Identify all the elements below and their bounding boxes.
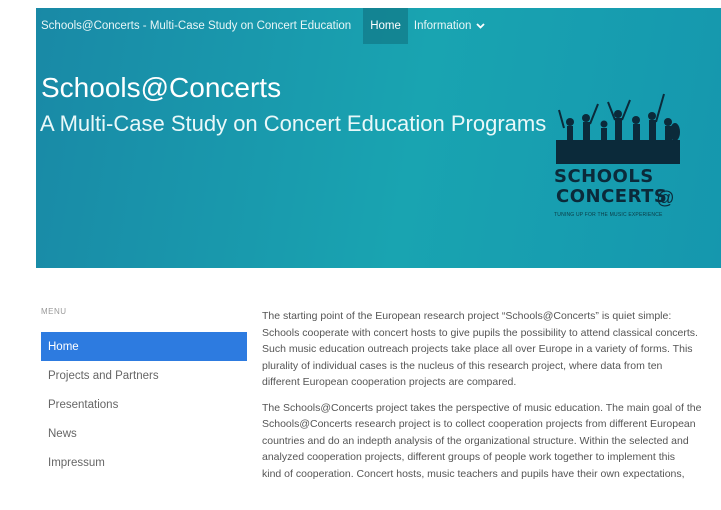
logo-at-sign: @	[656, 188, 675, 208]
project-goal-paragraph: The Schools@Concerts project takes the p…	[262, 400, 714, 483]
sidebar-item-impressum[interactable]: Impressum	[41, 448, 247, 477]
nav-home-link[interactable]: Home	[363, 8, 408, 44]
page-title: Schools@Concerts	[41, 72, 282, 103]
top-navbar: Schools@Concerts - Multi-Case Study on C…	[36, 8, 721, 44]
logo-text-schools: SCHOOLS	[554, 166, 654, 187]
text-line: analyzed cooperation projects, different…	[262, 451, 676, 463]
text-line: The Schools@Concerts project takes the p…	[262, 401, 702, 414]
nav-information-dropdown[interactable]: Information	[414, 20, 486, 32]
text-line: kind of cooperation. Concert hosts, musi…	[262, 467, 685, 480]
text-line: plurality of individual cases is the nuc…	[262, 359, 663, 372]
nav-information-label: Information	[413, 20, 472, 32]
sidebar-item-projects-and-partners[interactable]: Projects and Partners	[41, 361, 247, 390]
logo-tagline: TUNING UP FOR THE MUSIC EXPERIENCE	[554, 212, 663, 218]
hero-banner: Schools@Concerts A Multi-Case Study on C…	[36, 8, 721, 268]
schools-concerts-logo: SCHOOLS CONCERTS @ TUNING UP FOR THE MUS…	[552, 88, 692, 238]
text-line: Schools@Concerts research project is to …	[262, 418, 696, 430]
text-line: Schools cooperate with concert hosts to …	[262, 326, 698, 339]
orchestra-silhouette-icon	[556, 93, 680, 164]
logo-text-concerts: CONCERTS	[556, 186, 668, 207]
chevron-down-icon	[476, 23, 486, 29]
sidebar-item-news[interactable]: News	[41, 419, 247, 448]
menu-label: MENU	[41, 307, 67, 316]
sidebar-item-presentations[interactable]: Presentations	[41, 390, 247, 419]
text-line: different European cooperation projects …	[262, 376, 517, 388]
intro-paragraph: The starting point of the European resea…	[262, 308, 714, 391]
text-line: Such music education outreach projects t…	[262, 343, 693, 355]
sidebar-item-home[interactable]: Home	[41, 332, 247, 361]
site-name-link[interactable]: Schools@Concerts - Multi-Case Study on C…	[41, 20, 351, 32]
text-line: The starting point of the European resea…	[262, 310, 672, 322]
page-subtitle: A Multi-Case Study on Concert Education …	[40, 111, 547, 136]
sidebar-menu: Home Projects and Partners Presentations…	[41, 332, 247, 477]
text-line: countries and do an indepth analysis of …	[262, 434, 689, 447]
main-content: The starting point of the European resea…	[262, 308, 714, 482]
